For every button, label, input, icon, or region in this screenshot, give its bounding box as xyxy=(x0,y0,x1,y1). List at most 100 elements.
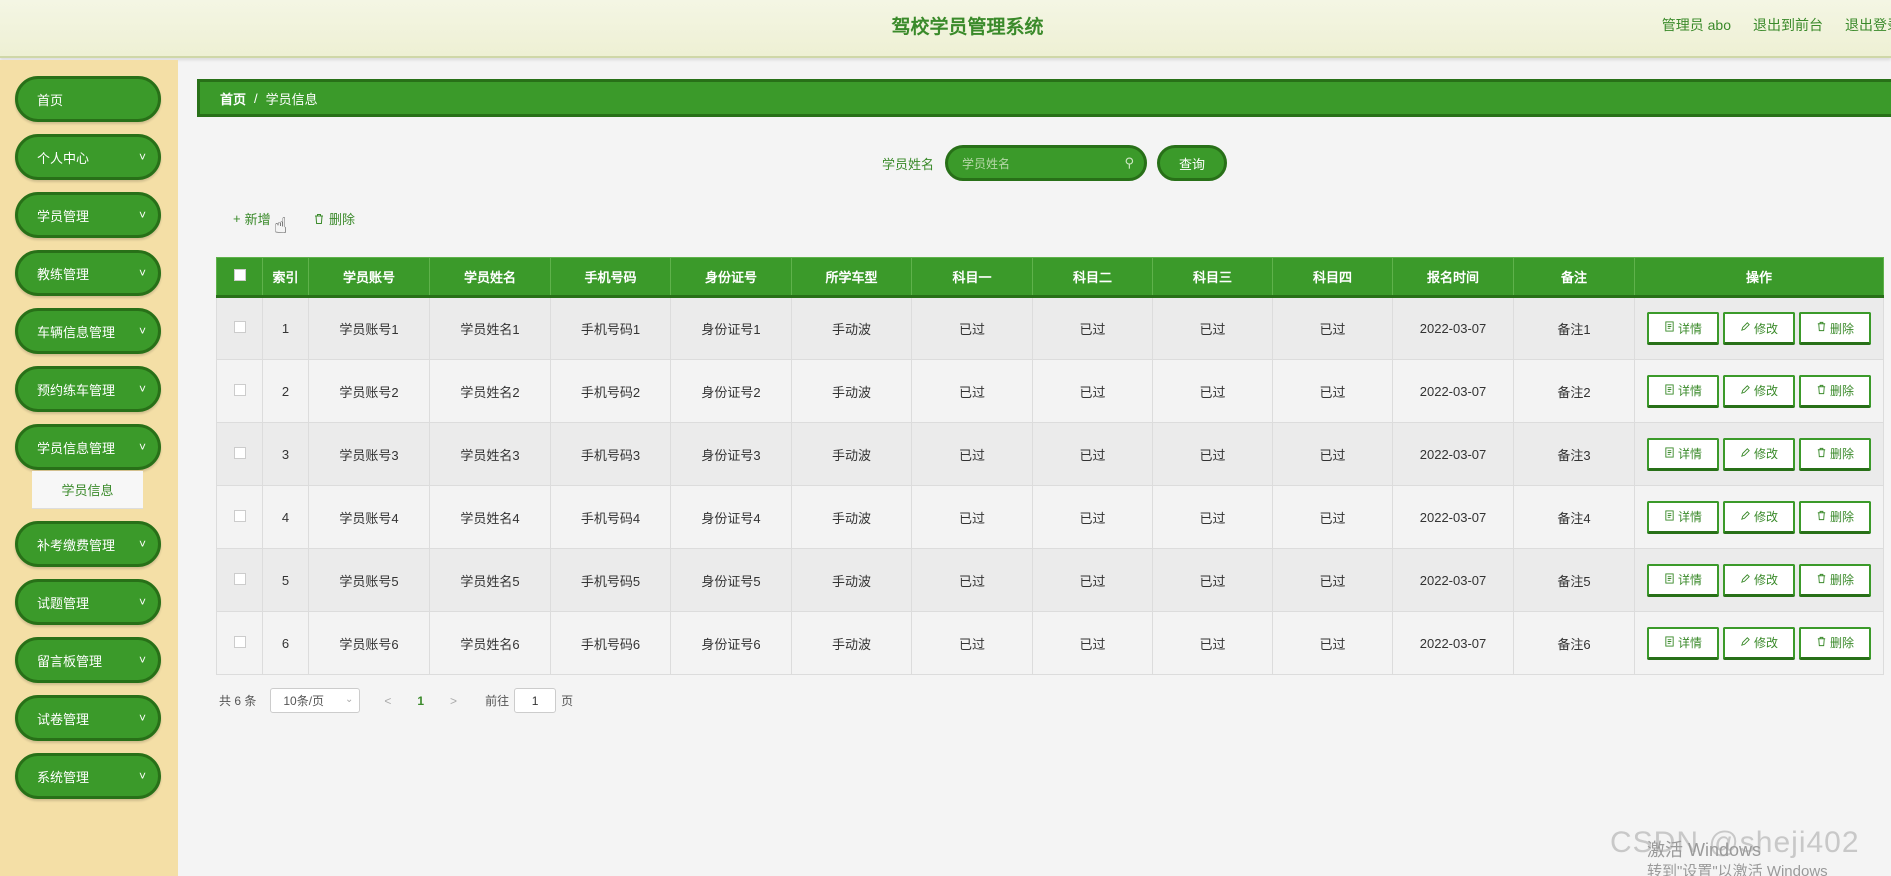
detail-button[interactable]: 详情 xyxy=(1647,437,1719,471)
sidebar-item[interactable]: 补考缴费管理 ˅ xyxy=(15,521,161,567)
table-cell: 2022-03-07 xyxy=(1392,296,1514,360)
row-delete-button[interactable]: 删除 xyxy=(1799,437,1871,471)
column-header: 科目四 xyxy=(1272,257,1393,298)
table-cell: 已过 xyxy=(1152,485,1273,549)
table-cell: 已过 xyxy=(1152,296,1273,360)
sidebar-item[interactable]: 试卷管理 ˅ xyxy=(15,695,161,741)
edit-button[interactable]: 修改 xyxy=(1723,312,1795,345)
sidebar-item[interactable]: 预约练车管理 ˅ xyxy=(15,366,161,412)
sidebar-item-label: 试卷管理 xyxy=(37,711,90,727)
prev-page-button[interactable]: < xyxy=(384,694,391,708)
submenu-item-student-info[interactable]: 学员信息 xyxy=(32,471,143,509)
edit-button[interactable]: 修改 xyxy=(1723,626,1795,660)
table-cell: 学员账号2 xyxy=(308,359,430,423)
sidebar-item[interactable]: 首页 xyxy=(15,76,161,122)
sidebar-item[interactable]: 学员信息管理 ˅ xyxy=(15,424,161,470)
detail-button-label: 详情 xyxy=(1677,510,1702,524)
table-cell: 已过 xyxy=(1272,359,1393,423)
bulk-delete-label: 删除 xyxy=(329,212,356,227)
sidebar-item-label: 学员信息管理 xyxy=(37,440,116,456)
table-cell: 已过 xyxy=(1032,611,1153,675)
sidebar-item[interactable]: 教练管理 ˅ xyxy=(15,250,161,296)
trash-icon xyxy=(1816,384,1827,398)
table-cell: 备注3 xyxy=(1513,422,1635,486)
logout-link[interactable]: 退出登录 xyxy=(1845,15,1891,35)
page-number-current[interactable]: 1 xyxy=(417,694,424,708)
table-cell: 手机号码6 xyxy=(550,611,671,675)
sidebar-item[interactable]: 车辆信息管理 ˅ xyxy=(15,308,161,354)
query-button[interactable]: 查询 xyxy=(1157,145,1227,181)
row-actions-cell: 详情 修改 删除 xyxy=(1634,485,1884,549)
table-cell: 已过 xyxy=(1152,359,1273,423)
row-delete-button[interactable]: 删除 xyxy=(1799,312,1871,345)
goto-page-input[interactable]: 1 xyxy=(514,688,557,713)
select-all-cell xyxy=(216,257,263,298)
row-delete-button[interactable]: 删除 xyxy=(1799,626,1871,660)
exit-to-front-link[interactable]: 退出到前台 xyxy=(1753,15,1823,35)
select-all-checkbox[interactable] xyxy=(233,269,246,281)
document-icon xyxy=(1664,446,1675,461)
add-button[interactable]: + 新增 xyxy=(233,209,271,228)
sidebar-item-label: 补考缴费管理 xyxy=(37,537,116,553)
pagination-total: 共 6 条 xyxy=(219,694,257,708)
detail-button-label: 详情 xyxy=(1677,636,1702,650)
table-cell: 身份证号2 xyxy=(670,359,792,423)
pencil-icon xyxy=(1740,636,1751,650)
table-cell: 已过 xyxy=(1032,548,1153,612)
detail-button[interactable]: 详情 xyxy=(1647,500,1719,534)
row-checkbox[interactable] xyxy=(233,509,246,522)
table-cell: 学员姓名5 xyxy=(429,548,551,612)
sidebar-item[interactable]: 个人中心 ˅ xyxy=(15,134,161,180)
pencil-icon xyxy=(1740,447,1751,461)
row-delete-button[interactable]: 删除 xyxy=(1799,374,1871,408)
page-size-select[interactable]: 10条/页 ⌄ xyxy=(270,688,361,713)
breadcrumb-home[interactable]: 首页 xyxy=(220,89,246,108)
row-checkbox[interactable] xyxy=(233,572,246,585)
sidebar-item[interactable]: 试题管理 ˅ xyxy=(15,579,161,625)
table-cell: 学员姓名1 xyxy=(429,296,551,360)
sidebar-item[interactable]: 学员管理 ˅ xyxy=(15,192,161,238)
row-checkbox[interactable] xyxy=(233,383,246,396)
next-page-button[interactable]: > xyxy=(450,694,457,708)
table-cell: 学员姓名3 xyxy=(429,422,551,486)
edit-button[interactable]: 修改 xyxy=(1723,437,1795,471)
detail-button-label: 详情 xyxy=(1677,321,1702,336)
detail-button[interactable]: 详情 xyxy=(1647,312,1719,345)
breadcrumb: 首页 / 学员信息 xyxy=(197,79,1891,117)
row-delete-button[interactable]: 删除 xyxy=(1799,500,1871,534)
row-checkbox[interactable] xyxy=(233,635,246,648)
column-header: 备注 xyxy=(1513,257,1635,298)
row-delete-button-label: 删除 xyxy=(1829,636,1854,650)
trash-icon xyxy=(1816,447,1827,461)
top-header: 驾校学员管理系统 管理员 abo 退出到前台 退出登录 xyxy=(0,0,1891,58)
detail-button[interactable]: 详情 xyxy=(1647,626,1719,660)
bulk-delete-button[interactable]: 删除 xyxy=(313,209,355,228)
detail-button[interactable]: 详情 xyxy=(1647,563,1719,597)
chevron-down-icon: ˅ xyxy=(138,382,146,396)
sidebar-item-label: 学员管理 xyxy=(37,208,90,224)
search-input[interactable] xyxy=(962,154,1112,174)
edit-button-label: 修改 xyxy=(1753,573,1778,587)
edit-button[interactable]: 修改 xyxy=(1723,374,1795,408)
row-checkbox[interactable] xyxy=(233,446,246,459)
sidebar-item[interactable]: 系统管理 ˅ xyxy=(15,753,161,799)
table-cell: 已过 xyxy=(1152,548,1273,612)
row-delete-button[interactable]: 删除 xyxy=(1799,563,1871,597)
table-cell: 已过 xyxy=(1032,359,1153,423)
column-header: 学员账号 xyxy=(308,257,430,298)
edit-button[interactable]: 修改 xyxy=(1723,500,1795,534)
row-checkbox[interactable] xyxy=(233,321,246,333)
detail-button[interactable]: 详情 xyxy=(1647,374,1719,408)
edit-button[interactable]: 修改 xyxy=(1723,563,1795,597)
document-icon xyxy=(1664,321,1675,335)
table-cell: 身份证号6 xyxy=(670,611,792,675)
table-cell: 手动波 xyxy=(791,359,912,423)
table-cell: 手机号码3 xyxy=(550,422,671,486)
table-cell: 已过 xyxy=(1152,422,1273,486)
sidebar-item[interactable]: 留言板管理 ˅ xyxy=(15,637,161,683)
table-cell: 手机号码5 xyxy=(550,548,671,612)
breadcrumb-current: 学员信息 xyxy=(265,91,318,107)
pencil-icon xyxy=(1740,384,1751,398)
table-cell: 2022-03-07 xyxy=(1392,548,1514,612)
search-label: 学员姓名 xyxy=(882,157,935,172)
